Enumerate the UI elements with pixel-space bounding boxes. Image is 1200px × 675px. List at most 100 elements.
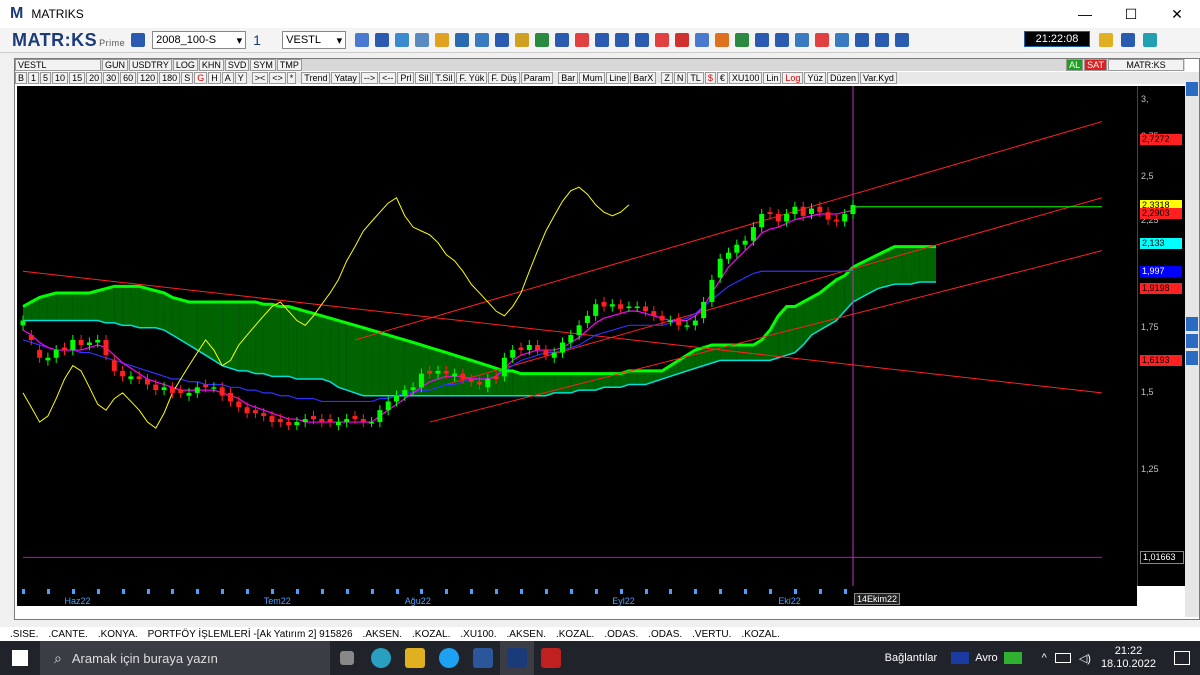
mail-icon[interactable]: [675, 33, 690, 47]
grid-icon[interactable]: [535, 33, 550, 47]
save-icon[interactable]: [131, 33, 146, 47]
bars-icon[interactable]: [755, 33, 770, 47]
settings-icon[interactable]: [815, 33, 830, 47]
tool-button[interactable]: Yatay: [331, 72, 360, 84]
arrow-icon[interactable]: [855, 33, 870, 47]
taskstrip-item[interactable]: .AKSEN.: [363, 629, 402, 640]
taskstrip-item[interactable]: .CANTE.: [48, 629, 87, 640]
symbol-select[interactable]: VESTL ▾: [282, 31, 347, 49]
handshake-icon[interactable]: [495, 33, 510, 47]
list-icon[interactable]: [515, 33, 530, 47]
price-chart[interactable]: [17, 86, 1137, 586]
matriks-app-icon[interactable]: [500, 641, 534, 675]
period-button[interactable]: 20: [86, 72, 103, 84]
type-button[interactable]: Mum: [579, 72, 606, 84]
type-button[interactable]: BarX: [630, 72, 657, 84]
misc-button[interactable]: XU100: [728, 72, 763, 84]
tool-button[interactable]: Prl: [397, 72, 415, 84]
bold-b-icon[interactable]: [555, 33, 570, 47]
tab-svd[interactable]: SVD: [224, 59, 250, 71]
connections-label[interactable]: Bağlantılar: [885, 652, 938, 664]
taskstrip-item[interactable]: .KOZAL.: [556, 629, 594, 640]
undo-icon[interactable]: [595, 33, 610, 47]
tab-sym[interactable]: SYM: [250, 59, 276, 71]
word-icon[interactable]: [466, 641, 500, 675]
scroll-up-icon[interactable]: [1186, 334, 1198, 348]
taskstrip-item[interactable]: .KONYA.: [98, 629, 138, 640]
tool-button[interactable]: Sil: [415, 72, 432, 84]
taskstrip-item[interactable]: .ODAS.: [604, 629, 638, 640]
nav-button[interactable]: ><: [251, 72, 269, 84]
period-button[interactable]: 15: [69, 72, 86, 84]
misc-button[interactable]: $: [704, 72, 716, 84]
period-button[interactable]: 10: [52, 72, 69, 84]
period-button[interactable]: 60: [120, 72, 137, 84]
explorer-icon[interactable]: [398, 641, 432, 675]
maximize-button[interactable]: ☐: [1108, 0, 1154, 28]
settings-panel-icon[interactable]: [1186, 317, 1198, 331]
alarm-icon[interactable]: [615, 33, 630, 47]
windows-start-icon[interactable]: [12, 650, 28, 666]
zoom-icon[interactable]: [355, 33, 370, 47]
sell-button[interactable]: SAT: [1084, 59, 1107, 71]
taskstrip-item[interactable]: .ODAS.: [648, 629, 682, 640]
taskstrip-item[interactable]: .AKSEN.: [507, 629, 546, 640]
taskstrip-item[interactable]: .VERTU.: [692, 629, 731, 640]
close-button[interactable]: ✕: [1154, 0, 1200, 28]
taskstrip-item[interactable]: .KOZAL.: [412, 629, 450, 640]
period-button[interactable]: Y: [234, 72, 247, 84]
type-button[interactable]: Line: [606, 72, 630, 84]
period-button[interactable]: A: [221, 72, 234, 84]
misc-button[interactable]: Var.Kyd: [859, 72, 897, 84]
period-button[interactable]: H: [208, 72, 221, 84]
chart-symbol-label[interactable]: VESTL: [15, 59, 101, 71]
taskstrip-item[interactable]: PORTFÖY İŞLEMLERİ -[Ak Yatırım 2] 915826: [148, 629, 353, 640]
tray-clock[interactable]: 21:22 18.10.2022: [1101, 645, 1156, 671]
news-icon[interactable]: [635, 33, 650, 47]
tool-button[interactable]: Param: [520, 72, 554, 84]
period-button[interactable]: G: [194, 72, 208, 84]
pie-icon[interactable]: [435, 33, 450, 47]
folder-icon[interactable]: [1099, 33, 1113, 47]
tool-button[interactable]: <--: [379, 72, 397, 84]
table-icon[interactable]: [795, 33, 810, 47]
tool-button[interactable]: -->: [360, 72, 379, 84]
currency-label[interactable]: Avro: [975, 652, 997, 664]
calculator-icon[interactable]: [735, 33, 750, 47]
tool-button[interactable]: Trend: [301, 72, 331, 84]
misc-button[interactable]: Log: [782, 72, 804, 84]
period-button[interactable]: 180: [159, 72, 181, 84]
layout-select[interactable]: 1: [250, 32, 278, 48]
buy-button[interactable]: AL: [1066, 59, 1084, 71]
tab-khn[interactable]: KHN: [198, 59, 224, 71]
edge-icon[interactable]: [364, 641, 398, 675]
misc-button[interactable]: N: [673, 72, 687, 84]
volume-icon[interactable]: ◁): [1079, 652, 1091, 665]
type-button[interactable]: Bar: [558, 72, 579, 84]
twitter-icon[interactable]: [432, 641, 466, 675]
info-icon[interactable]: [895, 33, 910, 47]
document-icon[interactable]: [775, 33, 790, 47]
cursor-icon[interactable]: [375, 33, 390, 47]
monitor-icon[interactable]: [455, 33, 470, 47]
tab-log[interactable]: LOG: [172, 59, 198, 71]
tool-button[interactable]: F. Düş: [488, 72, 520, 84]
web-icon[interactable]: [655, 33, 670, 47]
tab-tmp[interactable]: TMP: [276, 59, 302, 71]
misc-button[interactable]: Lin: [763, 72, 782, 84]
text-a-icon[interactable]: [575, 33, 590, 47]
period-button[interactable]: 5: [40, 72, 52, 84]
v-logo-icon[interactable]: [1121, 33, 1135, 47]
tool-button[interactable]: F. Yük: [456, 72, 488, 84]
taskstrip-item[interactable]: .KOZAL.: [741, 629, 779, 640]
misc-button[interactable]: Yüz: [804, 72, 826, 84]
trading-app-icon[interactable]: [534, 641, 568, 675]
notification-icon[interactable]: [1174, 651, 1190, 665]
window-icon[interactable]: [395, 33, 410, 47]
minimize-button[interactable]: —: [1062, 0, 1108, 28]
misc-button[interactable]: Düzen: [826, 72, 859, 84]
period-button[interactable]: 120: [137, 72, 159, 84]
nav-button[interactable]: *: [286, 72, 297, 84]
clock-icon[interactable]: [475, 33, 490, 47]
template-select[interactable]: 2008_100-S ▾: [152, 31, 247, 49]
